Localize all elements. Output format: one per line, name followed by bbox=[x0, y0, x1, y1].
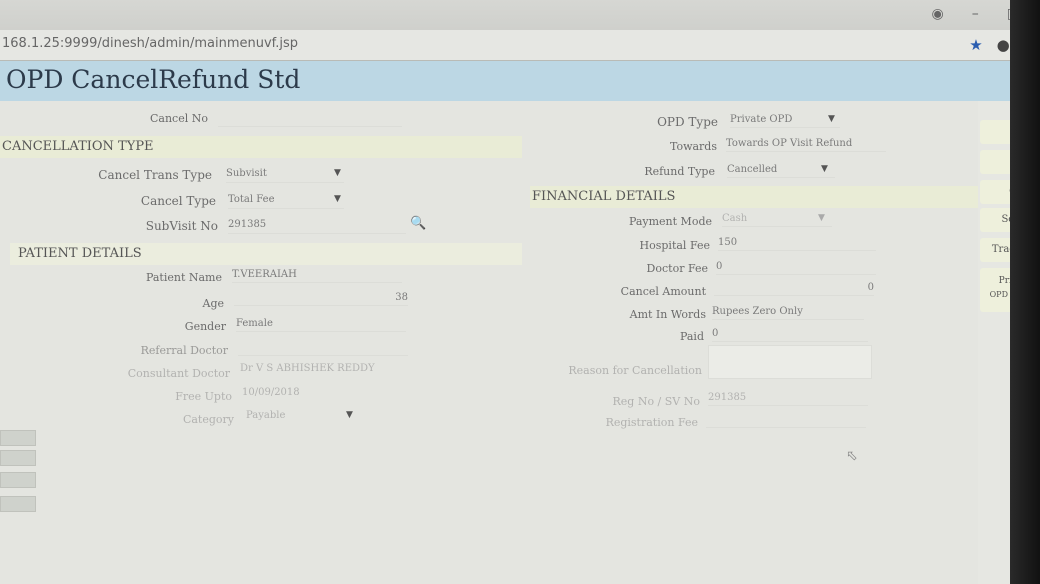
scroll-handle[interactable] bbox=[0, 496, 36, 512]
reason-for-cancellation-input[interactable] bbox=[708, 345, 872, 379]
gender-value: Female bbox=[236, 318, 406, 332]
registration-fee-value bbox=[706, 414, 866, 428]
financial-details-header: FINANCIAL DETAILS bbox=[530, 186, 980, 208]
left-panel-controls bbox=[0, 340, 40, 512]
amt-in-words-label: Amt In Words bbox=[629, 308, 706, 321]
hospital-fee-value: 150 bbox=[718, 237, 876, 251]
monitor-bezel bbox=[1010, 0, 1040, 584]
cancel-no-input[interactable] bbox=[218, 112, 402, 127]
opd-type-value: Private OPD bbox=[730, 114, 793, 125]
subvisit-no-label: SubVisit No bbox=[145, 219, 218, 233]
chevron-down-icon: ▼ bbox=[818, 213, 825, 223]
doctor-fee-label: Doctor Fee bbox=[646, 262, 708, 275]
cancel-trans-type-label: Cancel Trans Type bbox=[98, 168, 212, 182]
chevron-down-icon: ▼ bbox=[828, 114, 835, 124]
free-upto-value: 10/09/2018 bbox=[242, 387, 300, 398]
age-value: 38 bbox=[234, 292, 408, 306]
cancellation-type-header: CANCELLATION TYPE bbox=[0, 136, 522, 158]
paid-label: Paid bbox=[679, 330, 704, 343]
gender-label: Gender bbox=[184, 320, 226, 333]
refund-type-label: Refund Type bbox=[644, 165, 715, 178]
payment-mode-value: Cash bbox=[722, 213, 748, 224]
cancel-type-label: Cancel Type bbox=[140, 194, 216, 208]
search-icon[interactable]: 🔍 bbox=[410, 216, 426, 231]
registration-fee-label: Registration Fee bbox=[605, 416, 698, 429]
referral-doctor-label: Referral Doctor bbox=[140, 344, 228, 357]
chevron-down-icon: ▼ bbox=[334, 194, 341, 204]
cancel-type-select[interactable]: Total Fee ▼ bbox=[228, 194, 344, 209]
patient-name-value: T.VEERAIAH bbox=[232, 269, 402, 283]
category-select[interactable]: Payable ▼ bbox=[246, 410, 356, 423]
cancel-type-value: Total Fee bbox=[228, 194, 275, 205]
hospital-fee-label: Hospital Fee bbox=[639, 239, 710, 252]
cancel-amount-value: 0 bbox=[714, 282, 874, 296]
cancel-trans-type-value: Subvisit bbox=[226, 168, 267, 179]
bookmark-star-icon[interactable]: ★ bbox=[969, 36, 982, 54]
scroll-down-button[interactable] bbox=[0, 472, 36, 488]
cancel-amount-label: Cancel Amount bbox=[620, 285, 706, 298]
patient-name-label: Patient Name bbox=[145, 271, 222, 284]
doctor-fee-value: 0 bbox=[716, 261, 876, 275]
window-controls: ◉ – □ bbox=[932, 6, 1020, 22]
page-title: OPD CancelRefund Std bbox=[6, 65, 301, 94]
opd-type-label: OPD Type bbox=[657, 115, 718, 129]
browser-tabbar: ◉ – □ bbox=[0, 0, 1040, 30]
opd-type-select[interactable]: Private OPD ▼ bbox=[730, 114, 840, 128]
scroll-up-button[interactable] bbox=[0, 430, 36, 446]
cancel-no-label: Cancel No bbox=[150, 112, 208, 125]
payment-mode-select[interactable]: Cash ▼ bbox=[722, 213, 832, 227]
payment-mode-label: Payment Mode bbox=[628, 215, 712, 228]
profile-icon[interactable]: ◉ bbox=[932, 6, 944, 22]
chevron-down-icon: ▼ bbox=[334, 168, 341, 178]
url-text[interactable]: 168.1.25:9999/dinesh/admin/mainmenuvf.js… bbox=[2, 36, 298, 51]
subvisit-no-input[interactable]: 291385 bbox=[228, 219, 406, 234]
refund-type-select[interactable]: Cancelled ▼ bbox=[727, 164, 835, 178]
reason-for-cancellation-label: Reason for Cancellation bbox=[568, 364, 702, 377]
reg-no-label: Reg No / SV No bbox=[612, 395, 700, 408]
paid-value: 0 bbox=[712, 328, 868, 342]
reg-no-value: 291385 bbox=[708, 392, 868, 406]
category-value: Payable bbox=[246, 410, 286, 421]
free-upto-label: Free Upto bbox=[175, 390, 232, 403]
chevron-down-icon: ▼ bbox=[346, 410, 353, 420]
consultant-doctor-label: Consultant Doctor bbox=[127, 367, 230, 380]
minimize-icon[interactable]: – bbox=[972, 6, 979, 22]
refund-type-value: Cancelled bbox=[727, 164, 778, 175]
amt-in-words-value: Rupees Zero Only bbox=[712, 306, 864, 320]
cancel-trans-type-select[interactable]: Subvisit ▼ bbox=[226, 168, 344, 183]
patient-details-header: PATIENT DETAILS bbox=[10, 243, 522, 265]
towards-label: Towards bbox=[669, 140, 717, 153]
scroll-button[interactable] bbox=[0, 450, 36, 466]
mouse-cursor-icon: ⬁ bbox=[846, 448, 858, 464]
age-label: Age bbox=[202, 297, 225, 310]
extension-icon[interactable]: ● bbox=[997, 36, 1010, 54]
towards-value: Towards OP Visit Refund bbox=[726, 138, 886, 152]
patient-details-title: PATIENT DETAILS bbox=[18, 246, 142, 261]
referral-doctor-value bbox=[238, 342, 408, 356]
consultant-doctor-value: Dr V S ABHISHEK REDDY bbox=[240, 363, 375, 374]
address-bar[interactable]: 168.1.25:9999/dinesh/admin/mainmenuvf.js… bbox=[0, 30, 1040, 61]
chevron-down-icon: ▼ bbox=[821, 164, 828, 174]
page-header: OPD CancelRefund Std bbox=[0, 61, 1040, 101]
category-label: Category bbox=[182, 413, 234, 426]
